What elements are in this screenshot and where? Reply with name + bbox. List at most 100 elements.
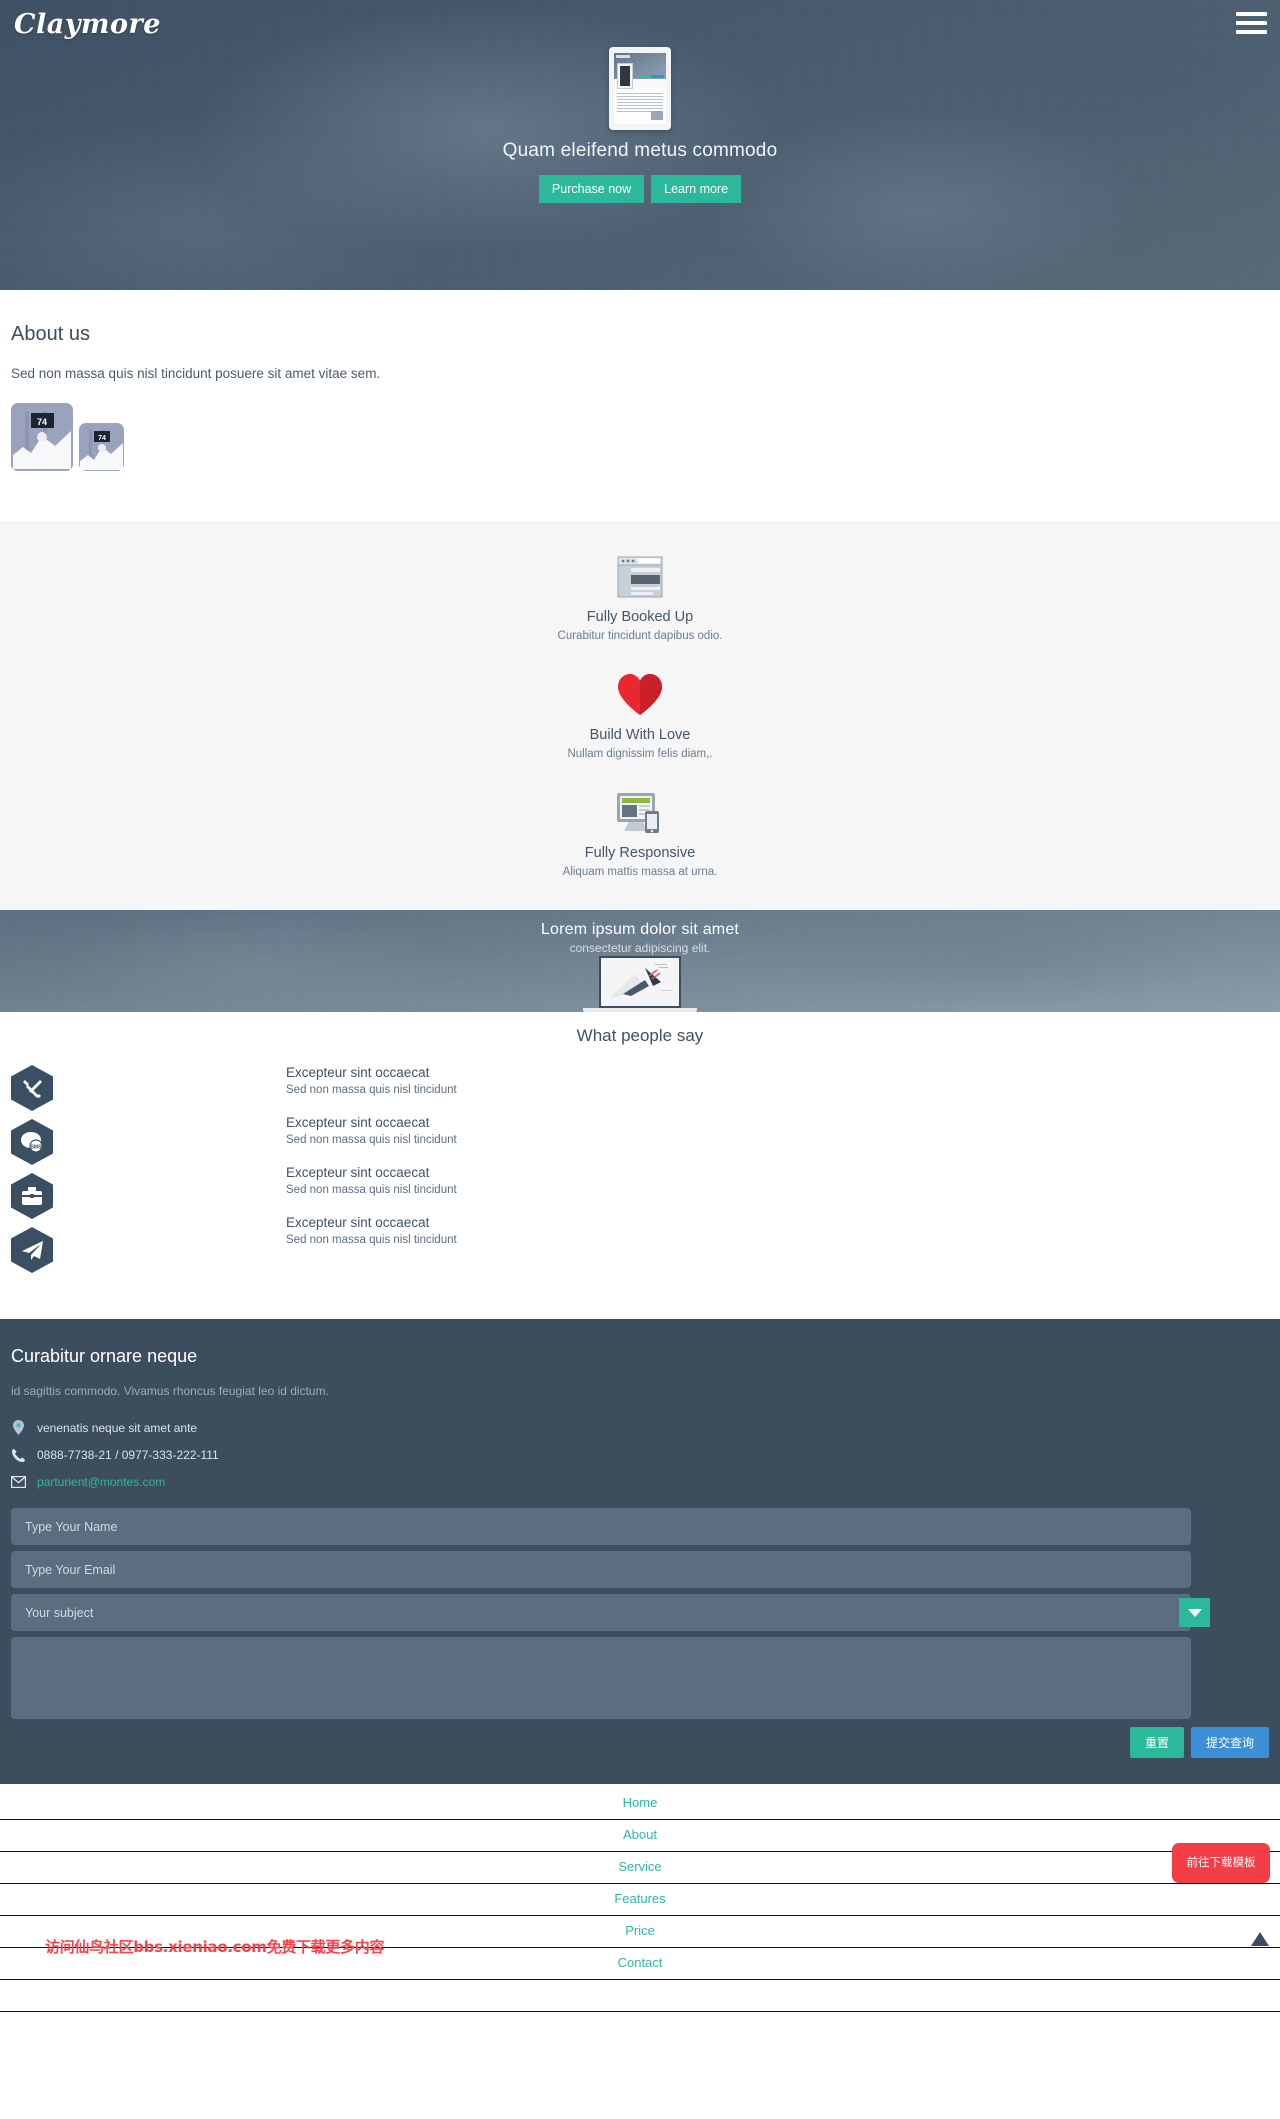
browser-window-icon: [0, 553, 1280, 600]
laptop-device-image: [583, 956, 697, 1012]
feature-item: Build With Love Nullam dignissim felis d…: [0, 671, 1280, 760]
briefcase-icon: [11, 1173, 53, 1219]
site-logo[interactable]: Claymore: [14, 9, 161, 40]
contact-email-row: parturient@montes.com: [11, 1475, 1269, 1489]
testimonials-body: SMS Excepteur sint occaecat Sed non mass…: [0, 1065, 1280, 1281]
testimonial-item: Excepteur sint occaecat Sed non massa qu…: [286, 1215, 457, 1246]
testimonial-title: Excepteur sint occaecat: [286, 1115, 430, 1130]
testimonial-item: Excepteur sint occaecat Sed non massa qu…: [286, 1115, 457, 1146]
arrow-up-icon[interactable]: [1251, 1932, 1269, 1946]
contact-phone-row: 0888-7738-21 / 0977-333-222-111: [11, 1448, 1269, 1462]
paper-plane-icon: [11, 1227, 53, 1273]
bottom-nav-row-empty: [0, 1980, 1280, 2012]
feature-title: Build With Love: [589, 727, 691, 743]
contact-form: 重置 提交查询: [11, 1508, 1269, 1758]
image-placeholder-large: 74: [11, 403, 73, 471]
testimonial-text: Sed non massa quis nisl tincidunt: [286, 1234, 457, 1246]
bottom-nav-link-contact[interactable]: Contact: [618, 1955, 663, 1970]
email-input[interactable]: [11, 1551, 1191, 1588]
about-text: Sed non massa quis nisl tincidunt posuer…: [11, 366, 381, 381]
tablet-thumbnail: [651, 111, 663, 120]
subject-input[interactable]: [11, 1594, 1191, 1631]
parallax-section: Lorem ipsum dolor sit amet consectetur a…: [0, 910, 1280, 1012]
form-actions: 重置 提交查询: [11, 1727, 1269, 1758]
contact-phone: 0888-7738-21 / 0977-333-222-111: [37, 1448, 219, 1462]
testimonial-list: Excepteur sint occaecat Sed non massa qu…: [286, 1065, 457, 1281]
testimonial-title: Excepteur sint occaecat: [286, 1065, 430, 1080]
subject-field-wrap: [11, 1594, 1269, 1631]
bottom-nav-row: Home: [0, 1788, 1280, 1820]
testimonial-text: Sed non massa quis nisl tincidunt: [286, 1184, 457, 1196]
hero-title: Quam eleifend metus commodo: [502, 140, 778, 161]
testimonial-text: Sed non massa quis nisl tincidunt: [286, 1084, 457, 1096]
placeholder-graphic: 74: [80, 429, 123, 470]
responsive-devices-icon: [0, 789, 1280, 836]
testimonial-item: Excepteur sint occaecat Sed non massa qu…: [286, 1065, 457, 1096]
tablet-screen: [614, 53, 666, 124]
bottom-nav-row: Features: [0, 1884, 1280, 1916]
hero-section: Claymore Quam eleifend metus commodo Pur…: [0, 0, 1280, 290]
contact-email-link[interactable]: parturient@montes.com: [37, 1475, 165, 1489]
svg-text:74: 74: [37, 417, 47, 427]
about-image-row: 74 74: [11, 403, 1280, 471]
testimonial-item: Excepteur sint occaecat Sed non massa qu…: [286, 1165, 457, 1196]
parallax-subtitle: consectetur adipiscing elit.: [569, 941, 711, 955]
learn-more-button[interactable]: Learn more: [651, 175, 742, 203]
feature-item: Fully Booked Up Curabitur tincidunt dapi…: [0, 553, 1280, 642]
watermark-text: 访问仙鸟社区bbs.xieniao.com免费下载更多内容: [45, 1938, 385, 1956]
reset-button[interactable]: 重置: [1129, 1727, 1184, 1758]
bottom-nav-row: About: [0, 1820, 1280, 1852]
purchase-now-button[interactable]: Purchase now: [538, 175, 645, 203]
sms-chat-icon: SMS: [11, 1119, 53, 1165]
phone-icon: [11, 1448, 26, 1462]
contact-address: venenatis neque sit amet ante: [37, 1420, 198, 1435]
hamburger-menu-icon[interactable]: [1236, 12, 1267, 34]
bottom-nav-link-service[interactable]: Service: [618, 1859, 661, 1874]
feature-item: Fully Responsive Aliquam mattis massa at…: [0, 789, 1280, 878]
bottom-nav-row: Service: [0, 1852, 1280, 1884]
testimonials-section: What people say SMS Excepteur sint occae…: [0, 1012, 1280, 1319]
about-section: About us Sed non massa quis nisl tincidu…: [0, 290, 1280, 521]
svg-text:74: 74: [98, 435, 106, 442]
about-heading: About us: [11, 323, 90, 345]
tablet-device-image: [609, 47, 671, 130]
features-section: Fully Booked Up Curabitur tincidunt dapi…: [0, 521, 1280, 910]
contact-lead: id sagittis commodo. Vivamus rhoncus feu…: [11, 1384, 329, 1398]
name-input[interactable]: [11, 1508, 1191, 1545]
contact-heading: Curabitur ornare neque: [11, 1346, 198, 1366]
bottom-nav-link-price[interactable]: Price: [625, 1923, 655, 1938]
tools-icon: [11, 1065, 53, 1111]
testimonial-title: Excepteur sint occaecat: [286, 1215, 430, 1230]
svg-text:SMS: SMS: [31, 1145, 43, 1151]
landing-page: Claymore Quam eleifend metus commodo Pur…: [0, 0, 1280, 2012]
feature-text: Curabitur tincidunt dapibus odio.: [557, 630, 723, 642]
bottom-nav-section: Home About Service Features Price Contac…: [0, 1784, 1280, 2012]
testimonial-icon-column: SMS: [0, 1065, 66, 1281]
laptop-base: [583, 1008, 697, 1012]
download-template-button[interactable]: 前往下载模板: [1172, 1843, 1270, 1883]
subject-dropdown-button[interactable]: [1179, 1598, 1210, 1627]
feature-title: Fully Booked Up: [586, 609, 694, 625]
testimonials-heading: What people say: [576, 1026, 704, 1045]
hamburger-bar: [1236, 30, 1267, 34]
envelope-icon: [11, 1476, 26, 1488]
testimonial-title: Excepteur sint occaecat: [286, 1165, 430, 1180]
feature-text: Aliquam mattis massa at urna.: [562, 866, 718, 878]
bottom-nav-link-about[interactable]: About: [623, 1827, 657, 1842]
bottom-nav-link-features[interactable]: Features: [614, 1891, 665, 1906]
laptop-screen: [599, 956, 681, 1008]
parallax-content: Lorem ipsum dolor sit amet consectetur a…: [0, 910, 1280, 1012]
submit-button[interactable]: 提交查询: [1190, 1727, 1269, 1758]
feature-text: Nullam dignissim felis diam,.: [567, 748, 713, 760]
hamburger-bar: [1236, 21, 1267, 25]
image-placeholder-small: 74: [79, 423, 124, 471]
tablet-phone-mock: [617, 63, 633, 89]
hamburger-bar: [1236, 12, 1267, 16]
hero-button-group: Purchase now Learn more: [0, 175, 1280, 203]
message-textarea[interactable]: [11, 1637, 1191, 1719]
contact-section: Curabitur ornare neque id sagittis commo…: [0, 1319, 1280, 1784]
heart-icon: [0, 671, 1280, 718]
hero-content: Quam eleifend metus commodo Purchase now…: [0, 0, 1280, 203]
feature-title: Fully Responsive: [584, 845, 696, 861]
bottom-nav-link-home[interactable]: Home: [623, 1795, 658, 1810]
